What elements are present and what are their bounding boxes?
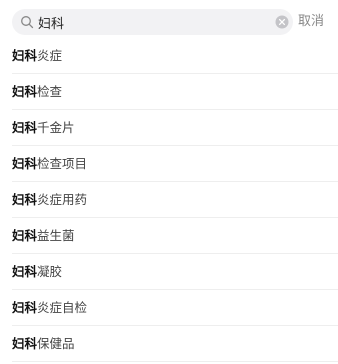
suggestion-text: 益生菌 — [37, 228, 75, 243]
clear-icon[interactable] — [275, 15, 289, 29]
suggestion-item[interactable]: 妇科保健品 — [0, 326, 338, 362]
suggestion-text: 炎症自检 — [37, 300, 88, 315]
suggestion-text: 检查项目 — [37, 156, 88, 171]
suggestion-highlight: 妇科 — [12, 48, 38, 63]
suggestion-highlight: 妇科 — [12, 192, 38, 207]
suggestion-item[interactable]: 妇科炎症用药 — [0, 182, 338, 218]
suggestion-item[interactable]: 妇科凝胶 — [0, 254, 338, 290]
suggestion-text: 保健品 — [37, 336, 75, 351]
suggestion-highlight: 妇科 — [12, 156, 38, 171]
suggestion-item[interactable]: 妇科炎症自检 — [0, 290, 338, 326]
suggestion-item[interactable]: 妇科千金片 — [0, 110, 338, 146]
suggestion-highlight: 妇科 — [12, 120, 38, 135]
cancel-button[interactable]: 取消 — [298, 12, 328, 32]
search-icon — [21, 16, 34, 29]
suggestion-highlight: 妇科 — [12, 300, 38, 315]
suggestion-list: 妇科炎症 妇科检查 妇科千金片 妇科检查项目 妇科炎症用药 妇科益生菌 妇科凝胶… — [0, 38, 338, 362]
suggestion-highlight: 妇科 — [12, 264, 38, 279]
suggestion-text: 炎症用药 — [37, 192, 88, 207]
suggestion-item[interactable]: 妇科检查项目 — [0, 146, 338, 182]
suggestion-text: 检查 — [37, 84, 63, 99]
suggestion-text: 凝胶 — [37, 264, 63, 279]
suggestion-item[interactable]: 妇科炎症 — [0, 38, 338, 74]
search-box[interactable] — [12, 9, 293, 35]
suggestion-item[interactable]: 妇科益生菌 — [0, 218, 338, 254]
suggestion-text: 炎症 — [37, 48, 63, 63]
suggestion-highlight: 妇科 — [12, 228, 38, 243]
suggestion-item[interactable]: 妇科检查 — [0, 74, 338, 110]
suggestion-highlight: 妇科 — [12, 336, 38, 351]
suggestion-highlight: 妇科 — [12, 84, 38, 99]
suggestion-text: 千金片 — [37, 120, 75, 135]
search-input[interactable] — [38, 9, 268, 35]
